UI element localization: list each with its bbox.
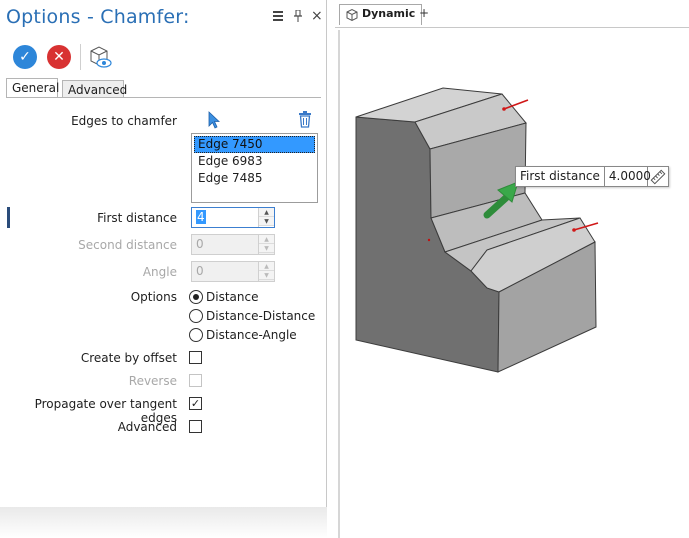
create-by-offset-checkbox[interactable] bbox=[189, 351, 202, 364]
ruler-icon[interactable] bbox=[648, 167, 668, 186]
select-cursor-icon[interactable] bbox=[207, 111, 221, 132]
angle-stepper: ▲ ▼ bbox=[258, 262, 274, 281]
check-icon: ✓ bbox=[19, 49, 31, 65]
radio-distance-angle-label[interactable]: Distance-Angle bbox=[206, 328, 297, 342]
tooltip-label: First distance bbox=[516, 167, 605, 186]
spin-down-icon: ▼ bbox=[259, 271, 274, 280]
propagate-tangent-checkbox[interactable]: ✓ bbox=[189, 397, 202, 410]
radio-distance-distance[interactable] bbox=[189, 309, 203, 323]
first-distance-input[interactable]: 4 ▲ ▼ bbox=[191, 207, 275, 228]
3d-viewport[interactable] bbox=[338, 30, 689, 538]
list-item-edge-7485[interactable]: Edge 7485 bbox=[194, 170, 315, 187]
panel-bottom-shadow bbox=[0, 507, 327, 538]
edge-point-upper[interactable] bbox=[502, 107, 506, 111]
list-item-edge-7450[interactable]: Edge 7450 bbox=[194, 136, 315, 153]
preview-eye-icon bbox=[90, 46, 112, 68]
cancel-button[interactable]: ✕ bbox=[47, 45, 71, 69]
create-by-offset-label: Create by offset bbox=[80, 351, 177, 365]
checkmark-icon: ✓ bbox=[190, 397, 201, 410]
second-distance-label: Second distance bbox=[78, 238, 177, 252]
tab-dynamic[interactable]: Dynamic bbox=[339, 4, 423, 25]
list-item-edge-6983[interactable]: Edge 6983 bbox=[194, 153, 315, 170]
reverse-checkbox bbox=[189, 374, 202, 387]
chamfer-part-model[interactable] bbox=[340, 30, 689, 538]
second-distance-input: 0 ▲ ▼ bbox=[191, 234, 275, 255]
spin-up-icon[interactable]: ▲ bbox=[259, 208, 274, 217]
second-distance-value: 0 bbox=[196, 237, 204, 251]
tab-dynamic-label: Dynamic bbox=[362, 7, 416, 20]
angle-label: Angle bbox=[142, 265, 177, 279]
first-distance-label: First distance bbox=[97, 211, 177, 225]
spin-up-icon: ▲ bbox=[259, 262, 274, 271]
radio-distance-label[interactable]: Distance bbox=[206, 290, 258, 304]
spin-down-icon[interactable]: ▼ bbox=[259, 217, 274, 226]
angle-value: 0 bbox=[196, 264, 204, 278]
edges-to-chamfer-label: Edges to chamfer bbox=[71, 114, 177, 128]
add-tab-button[interactable]: + bbox=[419, 6, 429, 20]
tab-general[interactable]: General bbox=[6, 78, 59, 98]
tab-advanced[interactable]: Advanced bbox=[62, 80, 127, 98]
first-distance-value[interactable]: 4 bbox=[196, 210, 206, 224]
trash-icon[interactable] bbox=[298, 111, 312, 131]
options-panel: Options - Chamfer: × ✓ ✕ General Advance… bbox=[0, 0, 327, 507]
toolbar-divider bbox=[80, 44, 81, 70]
first-distance-stepper[interactable]: ▲ ▼ bbox=[258, 208, 274, 227]
preview-button[interactable] bbox=[88, 44, 112, 70]
close-icon[interactable]: × bbox=[311, 8, 323, 24]
cancel-icon: ✕ bbox=[53, 49, 65, 65]
radio-distance[interactable] bbox=[189, 290, 203, 304]
spin-up-icon: ▲ bbox=[259, 235, 274, 244]
tab-divider bbox=[6, 97, 321, 98]
panel-title: Options - Chamfer: bbox=[6, 6, 190, 28]
advanced-checkbox[interactable] bbox=[189, 420, 202, 433]
spin-down-icon: ▼ bbox=[259, 244, 274, 253]
active-field-marker bbox=[7, 207, 10, 228]
pin-icon[interactable] bbox=[293, 9, 303, 25]
options-label: Options bbox=[130, 290, 177, 304]
ok-button[interactable]: ✓ bbox=[13, 45, 37, 69]
viewport-tab-bar: Dynamic + bbox=[335, 0, 689, 28]
radio-distance-distance-label[interactable]: Distance-Distance bbox=[206, 309, 315, 323]
reverse-label: Reverse bbox=[128, 374, 177, 388]
first-distance-tooltip[interactable]: First distance 4.0000 bbox=[515, 166, 669, 187]
radio-distance-angle[interactable] bbox=[189, 328, 203, 342]
tooltip-value-input[interactable]: 4.0000 bbox=[605, 167, 651, 186]
edges-list[interactable]: Edge 7450 Edge 6983 Edge 7485 bbox=[191, 133, 318, 203]
menu-icon[interactable] bbox=[273, 10, 283, 25]
advanced-label: Advanced bbox=[117, 420, 177, 434]
edge-point-lower[interactable] bbox=[572, 228, 576, 232]
angle-input: 0 ▲ ▼ bbox=[191, 261, 275, 282]
origin-point bbox=[427, 238, 431, 242]
second-distance-stepper: ▲ ▼ bbox=[258, 235, 274, 254]
cube-icon bbox=[345, 8, 359, 25]
